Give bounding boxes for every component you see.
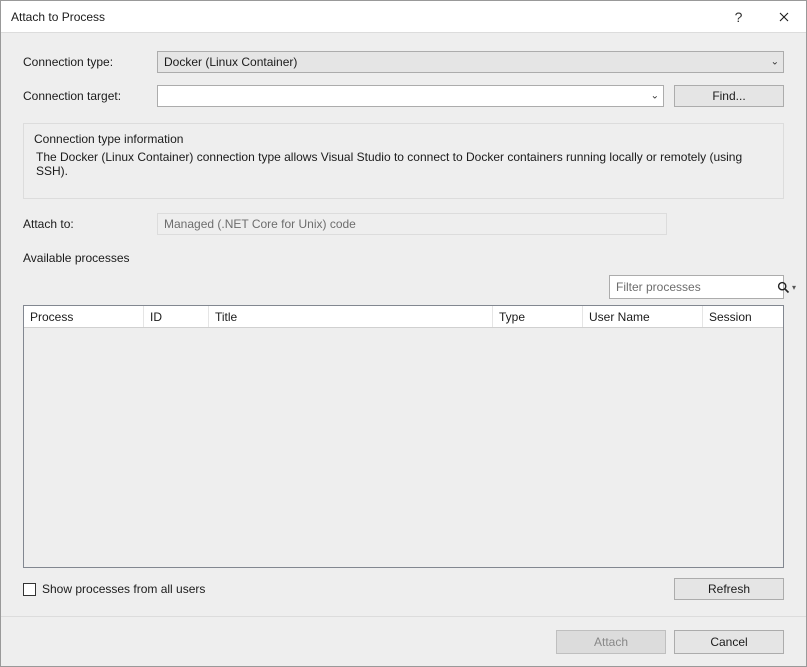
column-title[interactable]: Title xyxy=(209,306,493,327)
column-user[interactable]: User Name xyxy=(583,306,703,327)
connection-type-label: Connection type: xyxy=(23,55,157,69)
dialog-footer: Attach Cancel xyxy=(1,616,806,666)
attach-button[interactable]: Attach xyxy=(556,630,666,654)
search-icon[interactable]: ▾ xyxy=(777,281,796,294)
cancel-button[interactable]: Cancel xyxy=(674,630,784,654)
table-body xyxy=(24,328,783,567)
connection-type-row: Connection type: Docker (Linux Container… xyxy=(23,51,784,73)
show-all-users-label: Show processes from all users xyxy=(42,582,205,596)
column-process[interactable]: Process xyxy=(24,306,144,327)
connection-target-row: Connection target: ⌄ Find... xyxy=(23,85,784,107)
filter-processes-input[interactable] xyxy=(610,280,777,294)
filter-row: ▾ xyxy=(23,275,784,299)
chevron-down-icon: ⌄ xyxy=(771,57,779,68)
titlebar: Attach to Process ? xyxy=(1,1,806,33)
column-id[interactable]: ID xyxy=(144,306,209,327)
refresh-button[interactable]: Refresh xyxy=(674,578,784,600)
process-table: Process ID Title Type User Name Session xyxy=(23,305,784,568)
attach-to-label: Attach to: xyxy=(23,217,157,231)
close-icon xyxy=(779,12,789,22)
window-title: Attach to Process xyxy=(11,10,716,24)
column-type[interactable]: Type xyxy=(493,306,583,327)
connection-type-value: Docker (Linux Container) xyxy=(164,55,297,69)
available-processes-label: Available processes xyxy=(23,251,784,265)
attach-to-row: Attach to: Managed (.NET Core for Unix) … xyxy=(23,213,784,235)
connection-target-label: Connection target: xyxy=(23,89,157,103)
table-header: Process ID Title Type User Name Session xyxy=(24,306,783,328)
chevron-down-icon: ▾ xyxy=(792,283,796,292)
connection-type-info-group: Connection type information The Docker (… xyxy=(23,123,784,199)
attach-to-value: Managed (.NET Core for Unix) code xyxy=(157,213,667,235)
show-all-users-checkbox[interactable] xyxy=(23,583,36,596)
connection-target-combo[interactable]: ⌄ xyxy=(157,85,664,107)
attach-to-process-dialog: Attach to Process ? Connection type: Doc… xyxy=(0,0,807,667)
connection-type-combo[interactable]: Docker (Linux Container) ⌄ xyxy=(157,51,784,73)
below-table-row: Show processes from all users Refresh xyxy=(23,578,784,600)
filter-processes-box[interactable]: ▾ xyxy=(609,275,784,299)
chevron-down-icon: ⌄ xyxy=(651,91,659,102)
connection-type-info-title: Connection type information xyxy=(34,132,773,146)
connection-type-info-text: The Docker (Linux Container) connection … xyxy=(34,150,773,178)
dialog-body: Connection type: Docker (Linux Container… xyxy=(1,33,806,616)
help-button[interactable]: ? xyxy=(716,1,761,33)
column-session[interactable]: Session xyxy=(703,306,783,327)
find-button[interactable]: Find... xyxy=(674,85,784,107)
close-button[interactable] xyxy=(761,1,806,33)
